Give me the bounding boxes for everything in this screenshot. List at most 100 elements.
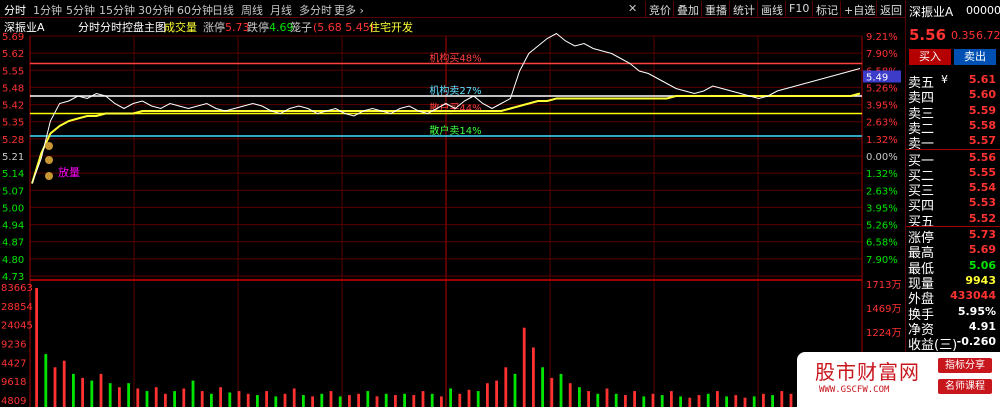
price-axis-tick: 5.21	[2, 152, 24, 163]
quote-stat-label: 收益(三)	[908, 338, 958, 354]
quote-stat-value: 433044	[950, 289, 996, 303]
volume-label: 成交量	[164, 20, 197, 34]
volume-bar	[173, 391, 176, 407]
volume-bar	[53, 367, 57, 407]
tab-weekly[interactable]: 周线	[241, 2, 263, 18]
back-button[interactable]: 返回	[876, 1, 905, 17]
percent-axis-tick: 7.90%	[866, 49, 898, 60]
reference-line-label: 机构买48%	[429, 52, 481, 65]
volume-bar	[716, 391, 719, 407]
volume-bar	[679, 396, 682, 407]
volume-bar	[164, 393, 167, 407]
f10-button[interactable]: F10	[785, 1, 812, 17]
tab-60min[interactable]: 60分钟	[177, 2, 213, 18]
volume-bar	[200, 391, 204, 407]
ask-level-value: 5.58	[968, 118, 996, 132]
buy-button[interactable]: 买入	[909, 49, 951, 65]
sell-button[interactable]: 卖出	[954, 49, 996, 65]
limit-up-value: 5.73	[225, 21, 250, 34]
auction-button[interactable]: 竞价	[645, 1, 674, 17]
tab-15min[interactable]: 15分钟	[99, 2, 135, 18]
course-tag[interactable]: 名师课程	[938, 379, 992, 394]
bid-level-value: 5.53	[968, 196, 996, 210]
tab-5min[interactable]: 5分钟	[66, 2, 95, 18]
draw-line-button[interactable]: 画线	[757, 1, 786, 17]
quote-stock-name: 深振业A	[909, 5, 954, 19]
currency-symbol: ¥	[941, 73, 948, 86]
price-axis-tick: 5.42	[2, 101, 24, 112]
volume-bar	[651, 393, 655, 407]
add-watchlist-button[interactable]: +自选	[840, 1, 878, 17]
tab-intraday[interactable]: 分时	[4, 2, 26, 18]
volume-bar	[734, 395, 738, 407]
sector-label: 住宅开发	[369, 20, 413, 34]
volume-bar	[118, 387, 121, 407]
volume-bar	[449, 388, 452, 407]
volume-bar	[265, 391, 268, 407]
ask-level-value: 5.60	[968, 88, 996, 102]
volume-unit-tick: 1224万	[866, 328, 901, 339]
overlay-button[interactable]: 叠加	[673, 1, 702, 17]
release-volume-label: 放量	[58, 165, 80, 179]
price-axis-tick: 5.14	[2, 169, 24, 180]
tab-more[interactable]: 更多 ›	[334, 2, 364, 18]
volume-bar	[550, 377, 554, 407]
volume-bar	[90, 380, 94, 407]
percent-axis-tick: 5.26%	[866, 83, 898, 94]
tab-daily[interactable]: 日线	[212, 2, 234, 18]
quote-panel: 深振业A 000006 5.56 0.35 6.72% 买入 卖出 卖五¥5.6…	[905, 0, 1000, 407]
volume-bar	[256, 395, 259, 407]
volume-bar	[504, 367, 508, 407]
volume-bar	[366, 391, 370, 407]
tab-monthly[interactable]: 月线	[270, 2, 292, 18]
volume-bar	[311, 396, 314, 407]
volume-bar	[596, 393, 600, 407]
volume-bar	[210, 393, 213, 407]
volume-marker-icon	[45, 156, 53, 164]
volume-bar	[44, 354, 48, 407]
volume-bar	[513, 373, 517, 407]
bid-level-value: 5.55	[968, 165, 996, 179]
volume-unit-tick: 1469万	[866, 304, 901, 315]
intraday-chart[interactable]: 5.69 5.62 5.55 5.48 5.42 5.35 5.28 5.21 5.14 5.07…	[0, 18, 905, 407]
period-toolbar: 分时 1分钟 5分钟 15分钟 30分钟 60分钟 日线 周线 月线 多分时 更…	[0, 0, 905, 18]
volume-bar	[228, 392, 232, 407]
volume-bar	[752, 396, 756, 407]
percent-axis-tick: 7.90%	[866, 255, 898, 266]
indicator-share-tag[interactable]: 指标分享	[938, 358, 992, 373]
volume-bar	[486, 383, 489, 407]
statistics-button[interactable]: 统计	[729, 1, 758, 17]
quote-stat-value: 5.95%	[957, 304, 996, 318]
volume-bar	[532, 347, 535, 407]
quote-stat-value: 4.91	[968, 319, 996, 333]
volume-bar	[412, 395, 416, 407]
volume-bar	[237, 391, 241, 407]
percent-axis-tick: 3.95%	[866, 101, 898, 112]
volume-marker-icon	[45, 172, 53, 180]
close-icon[interactable]: ✕	[628, 2, 637, 15]
tab-multi-intraday[interactable]: 多分时	[299, 2, 332, 18]
volume-bar	[614, 393, 618, 407]
watermark-site-name: 股市财富网	[815, 360, 920, 384]
volume-axis-tick: 9236	[1, 340, 26, 351]
volume-bar	[522, 327, 526, 407]
volume-bar	[108, 383, 112, 407]
bid-level-value: 5.56	[968, 150, 996, 164]
quote-stat-value: 5.73	[968, 228, 996, 241]
volume-bar	[660, 395, 664, 407]
volume-axis-tick: 83663	[1, 283, 33, 294]
bid-level-value: 5.52	[968, 211, 996, 225]
tab-1min[interactable]: 1分钟	[33, 2, 62, 18]
volume-bar	[587, 391, 590, 407]
volume-bar	[154, 387, 158, 407]
price-axis-tick: 5.07	[2, 186, 24, 197]
tab-30min[interactable]: 30分钟	[138, 2, 174, 18]
mark-button[interactable]: 标记	[812, 1, 841, 17]
current-price-tag: 5.49	[866, 73, 888, 84]
percent-axis-tick: 2.63%	[866, 118, 898, 129]
volume-bar	[348, 395, 351, 407]
volume-bar	[384, 393, 388, 407]
replay-button[interactable]: 重播	[701, 1, 730, 17]
volume-bar	[541, 367, 544, 407]
chart-stock-name: 深振业A	[4, 20, 45, 34]
